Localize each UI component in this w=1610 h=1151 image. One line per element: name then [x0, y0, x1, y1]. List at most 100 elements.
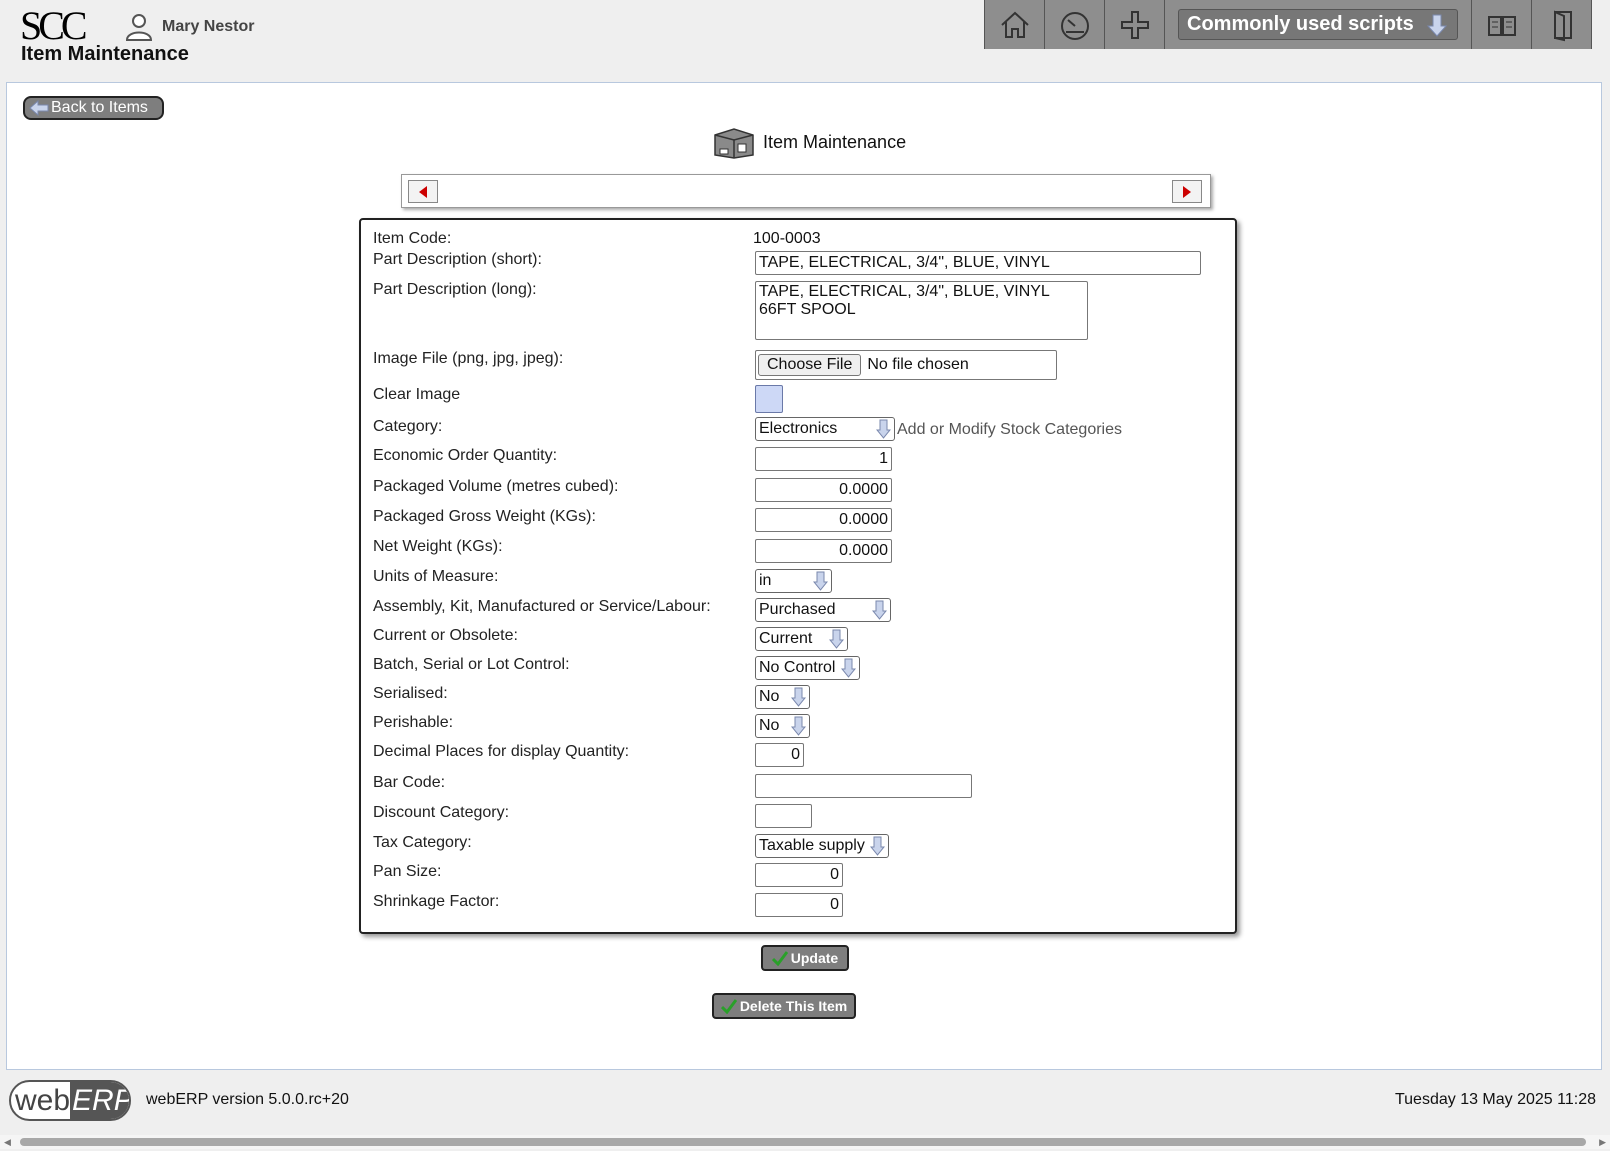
scripts-menu-container: Commonly used scripts: [1165, 0, 1472, 49]
right-arrow-icon: [1183, 185, 1191, 198]
gross-weight-input[interactable]: 0.0000: [755, 508, 892, 532]
chevron-down-icon: [829, 629, 844, 649]
weberp-logo[interactable]: web ERP: [9, 1080, 131, 1121]
volume-label: Packaged Volume (metres cubed):: [373, 478, 619, 495]
item-form: Item Code: 100-0003 Part Description (sh…: [359, 218, 1237, 934]
scripts-label: Commonly used scripts: [1187, 13, 1414, 35]
home-button[interactable]: [985, 0, 1045, 49]
back-arrow-icon: [29, 100, 49, 116]
serialised-value: No: [759, 688, 780, 705]
desc-short-input[interactable]: TAPE, ELECTRICAL, 3/4", BLUE, VINYL: [755, 251, 1201, 275]
barcode-input[interactable]: [755, 774, 972, 798]
back-to-items-button[interactable]: Back to Items: [23, 96, 164, 120]
update-button[interactable]: Update: [761, 945, 849, 971]
dashboard-icon: [1060, 11, 1089, 40]
scroll-right-icon[interactable]: ▶: [1599, 1137, 1606, 1148]
gross-weight-label: Packaged Gross Weight (KGs):: [373, 508, 596, 525]
plus-icon: [1120, 10, 1149, 39]
section-title: Item Maintenance: [711, 125, 906, 159]
category-label: Category:: [373, 418, 443, 435]
chevron-down-icon: [813, 571, 828, 591]
uom-select[interactable]: in: [755, 569, 832, 593]
mbflag-label: Assembly, Kit, Manufactured or Service/L…: [373, 598, 711, 615]
main-panel: Back to Items Item Maintenance Item Code…: [6, 82, 1602, 1070]
clear-image-checkbox[interactable]: [755, 385, 783, 413]
serialised-select[interactable]: No: [755, 685, 810, 709]
chevron-down-icon: [791, 716, 806, 736]
check-icon: [771, 951, 788, 966]
discount-category-label: Discount Category:: [373, 804, 510, 821]
previous-item-button[interactable]: [408, 180, 438, 203]
decimal-places-input[interactable]: 0: [755, 743, 804, 767]
desc-short-label: Part Description (short):: [373, 251, 542, 268]
pan-size-label: Pan Size:: [373, 863, 442, 880]
tax-category-select[interactable]: Taxable supply: [755, 834, 889, 858]
add-button[interactable]: [1105, 0, 1165, 49]
image-file-label: Image File (png, jpg, jpeg):: [373, 350, 564, 367]
eoq-input[interactable]: 1: [755, 447, 892, 471]
logo-erp-text: ERP: [70, 1082, 129, 1119]
delete-label: Delete This Item: [739, 998, 848, 1014]
date-time: Tuesday 13 May 2025 11:28: [1394, 1091, 1596, 1108]
category-value: Electronics: [759, 420, 838, 437]
net-weight-label: Net Weight (KGs):: [373, 538, 503, 555]
perishable-value: No: [759, 717, 780, 734]
choose-file-button[interactable]: Choose File: [758, 354, 862, 376]
mbflag-select[interactable]: Purchased: [755, 598, 891, 622]
perishable-select[interactable]: No: [755, 714, 810, 738]
scrollbar-thumb[interactable]: [20, 1138, 1586, 1146]
delete-item-button[interactable]: Delete This Item: [712, 993, 856, 1019]
pan-size-input[interactable]: 0: [755, 863, 843, 887]
decimal-places-label: Decimal Places for display Quantity:: [373, 743, 630, 760]
modify-categories-link[interactable]: Add or Modify Stock Categories: [897, 421, 1122, 439]
tax-category-value: Taxable supply: [759, 837, 865, 854]
user-info[interactable]: Mary Nestor: [124, 12, 254, 42]
logout-button[interactable]: [1532, 0, 1592, 49]
item-code-label: Item Code:: [373, 230, 452, 247]
chevron-down-icon: [841, 658, 856, 678]
clear-image-label: Clear Image: [373, 386, 461, 403]
home-icon: [1000, 11, 1029, 38]
category-select[interactable]: Electronics: [755, 417, 895, 441]
record-navigation-bar: [401, 174, 1211, 208]
scripts-dropdown[interactable]: Commonly used scripts: [1178, 9, 1458, 40]
shrinkage-label: Shrinkage Factor:: [373, 893, 500, 910]
discontinued-select[interactable]: Current: [755, 627, 848, 651]
logout-door-icon: [1553, 9, 1572, 41]
chevron-down-icon: [1427, 14, 1447, 37]
eoq-label: Economic Order Quantity:: [373, 447, 558, 464]
perishable-label: Perishable:: [373, 714, 454, 731]
logo-web-text: web: [15, 1083, 71, 1117]
discontinued-label: Current or Obsolete:: [373, 627, 518, 644]
mbflag-value: Purchased: [759, 601, 836, 618]
chevron-down-icon: [876, 419, 891, 439]
update-label: Update: [790, 950, 839, 966]
page-heading: Item Maintenance: [21, 43, 189, 65]
controlled-select[interactable]: No Control: [755, 656, 860, 680]
user-name: Mary Nestor: [162, 18, 255, 35]
volume-input[interactable]: 0.0000: [755, 478, 892, 502]
discount-category-input[interactable]: [755, 804, 812, 828]
uom-value: in: [759, 572, 772, 589]
image-file-input[interactable]: Choose File No file chosen: [755, 350, 1057, 380]
serialised-label: Serialised:: [373, 685, 448, 702]
shrinkage-input[interactable]: 0: [755, 893, 843, 917]
chevron-down-icon: [870, 836, 885, 856]
manual-button[interactable]: [1472, 0, 1532, 49]
dashboard-button[interactable]: [1045, 0, 1105, 49]
check-icon: [720, 999, 737, 1014]
horizontal-scrollbar[interactable]: ◀ ▶: [0, 1135, 1610, 1149]
uom-label: Units of Measure:: [373, 568, 499, 585]
desc-long-textarea[interactable]: TAPE, ELECTRICAL, 3/4", BLUE, VINYL 66FT…: [755, 281, 1088, 340]
section-title-text: Item Maintenance: [763, 131, 907, 152]
back-to-items-label: Back to Items: [51, 99, 148, 116]
next-item-button[interactable]: [1172, 180, 1202, 203]
barcode-label: Bar Code:: [373, 774, 446, 791]
net-weight-input[interactable]: 0.0000: [755, 539, 892, 563]
file-status: No file chosen: [867, 356, 969, 373]
user-icon: [125, 14, 153, 41]
company-logo: SCC: [20, 3, 88, 48]
box-icon: [714, 128, 754, 159]
top-navigation: Commonly used scripts: [984, 0, 1592, 49]
scroll-left-icon[interactable]: ◀: [4, 1137, 11, 1148]
